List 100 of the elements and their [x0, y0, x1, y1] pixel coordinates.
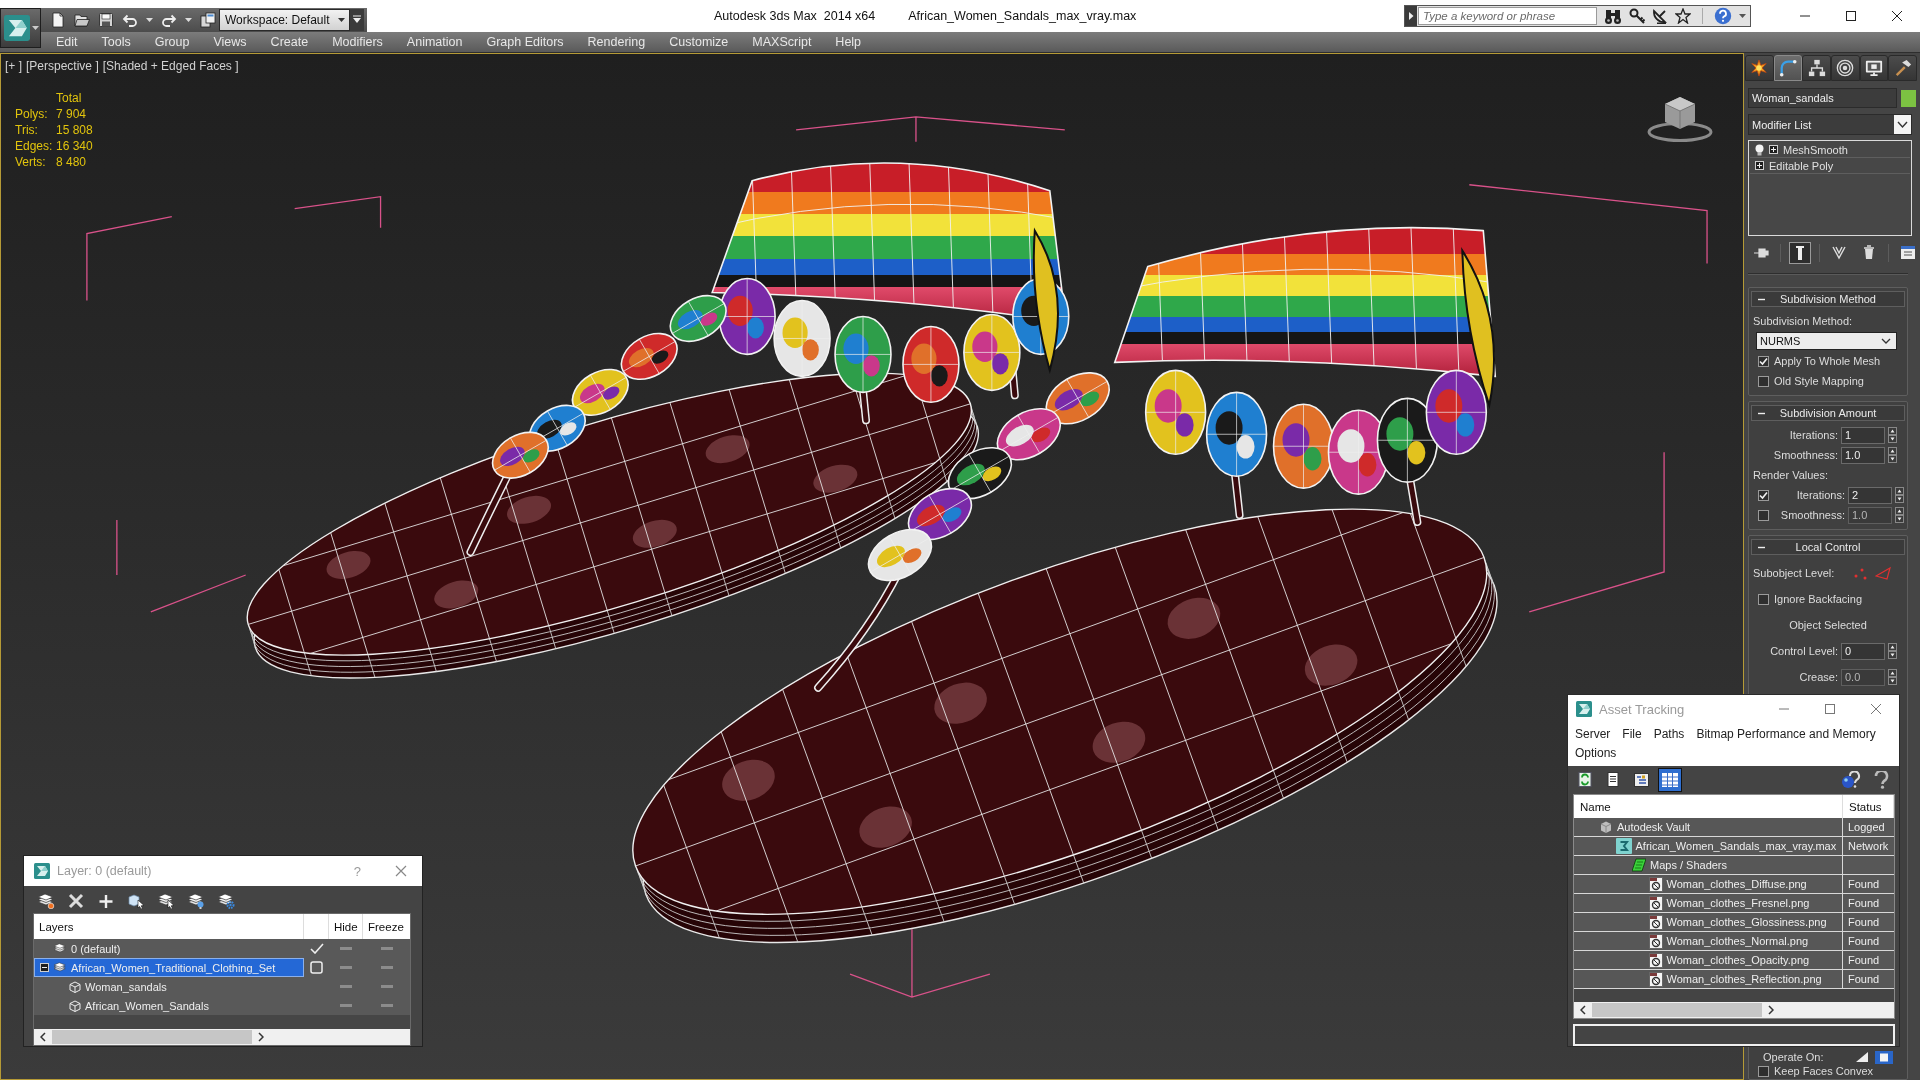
spinner-field[interactable]: 1	[1841, 426, 1885, 444]
checkbox-label[interactable]: Apply To Whole Mesh	[1774, 355, 1881, 367]
asset-row[interactable]: Woman_clothes_Normal.png Found	[1574, 932, 1894, 951]
minus-box-icon[interactable]	[40, 963, 49, 972]
plus-icon[interactable]	[97, 893, 115, 909]
t-bar-icon[interactable]	[1789, 242, 1811, 264]
menu-item[interactable]: Bitmap Performance and Memory	[1696, 725, 1876, 744]
menu-item[interactable]: Help	[835, 35, 862, 49]
square-icon[interactable]	[310, 961, 323, 974]
checkmark-icon[interactable]	[309, 943, 324, 954]
command-panel-tab[interactable]	[1773, 55, 1803, 81]
rollout-header[interactable]: Subdivision Amount	[1751, 405, 1905, 421]
layer-lightbulb-icon[interactable]	[187, 893, 205, 909]
chevron-right-icon[interactable]	[258, 1032, 264, 1042]
checkbox[interactable]	[1758, 489, 1769, 501]
menu-item[interactable]: Create	[270, 35, 309, 49]
object-name-field[interactable]: Woman_sandals	[1748, 88, 1897, 108]
menu-item[interactable]: MAXScript	[752, 35, 812, 49]
checkbox[interactable]	[1758, 1065, 1769, 1077]
path-input-field[interactable]	[1573, 1024, 1895, 1046]
checkbox[interactable]	[1758, 355, 1769, 367]
question-mark-icon[interactable]	[1873, 771, 1891, 789]
chevron-left-icon[interactable]	[40, 1032, 46, 1042]
help-icon[interactable]	[1714, 7, 1732, 25]
horizontal-scrollbar[interactable]	[1574, 1002, 1894, 1018]
checkbox-label[interactable]: Keep Faces Convex	[1774, 1065, 1874, 1077]
project-folder-icon[interactable]	[200, 12, 216, 28]
asset-row[interactable]: Woman_clothes_Opacity.png Found	[1574, 951, 1894, 970]
globe-help-icon[interactable]	[1841, 771, 1861, 789]
open-folder-icon[interactable]	[74, 12, 90, 28]
plus-box-icon[interactable]	[1755, 161, 1764, 170]
checkbox-label[interactable]: Old Style Mapping	[1774, 375, 1864, 387]
viewport-label[interactable]: [+ ]	[5, 59, 22, 73]
menu-item[interactable]: Server	[1575, 725, 1611, 744]
command-panel-tab[interactable]	[1888, 55, 1918, 81]
chevron-left-icon[interactable]	[1580, 1005, 1586, 1015]
command-panel-tab[interactable]	[1802, 55, 1831, 81]
modifier-list-dropdown[interactable]: Modifier List	[1748, 114, 1912, 135]
menu-item[interactable]: Edit	[56, 35, 78, 49]
new-file-icon[interactable]	[50, 12, 66, 28]
triangle-icon[interactable]	[1855, 1051, 1869, 1063]
rollout-header[interactable]: Local Control	[1751, 539, 1905, 555]
dropdown[interactable]: NURMS	[1756, 332, 1897, 350]
caret-icon[interactable]	[1739, 14, 1746, 18]
close-icon[interactable]	[395, 865, 407, 877]
menu-item[interactable]: Paths	[1653, 725, 1685, 744]
color-swatch-icon[interactable]	[1901, 89, 1916, 107]
layer-item[interactable]: African_Women_Traditional_Clothing_Set	[34, 958, 304, 977]
undo-icon[interactable]	[122, 13, 138, 27]
search-field[interactable]: Type a keyword or phrase	[1418, 7, 1597, 25]
asset-row[interactable]: Maps / Shaders	[1574, 856, 1894, 875]
menu-item[interactable]: Tools	[101, 35, 131, 49]
horizontal-scrollbar[interactable]	[34, 1029, 410, 1045]
asset-row[interactable]: Woman_clothes_Fresnel.png Found	[1574, 894, 1894, 913]
spinner-arrows-icon[interactable]	[1888, 669, 1897, 685]
vertex-dots-icon[interactable]	[1853, 566, 1867, 580]
new-layer-icon[interactable]	[37, 893, 55, 909]
scrollbar-thumb[interactable]	[52, 1030, 252, 1044]
delete-icon[interactable]	[67, 893, 85, 909]
plus-box-icon[interactable]	[1769, 145, 1778, 154]
spinner-arrows-icon[interactable]	[1888, 643, 1897, 659]
layer-gear-icon[interactable]	[217, 893, 235, 909]
command-panel-tab[interactable]	[1859, 55, 1889, 81]
menu-item[interactable]: Graph Editors	[486, 35, 564, 49]
spinner-field[interactable]: 2	[1848, 486, 1892, 504]
menu-item[interactable]: Options	[1575, 744, 1617, 763]
chevron-right-icon[interactable]	[1768, 1005, 1774, 1015]
lightbulb-icon[interactable]	[1755, 143, 1764, 156]
star-icon[interactable]	[1675, 8, 1691, 24]
asset-row[interactable]: Woman_clothes_Reflection.png Found	[1574, 970, 1894, 989]
spinner-arrows-icon[interactable]	[1888, 427, 1897, 443]
modifier-stack-item[interactable]: Editable Poly	[1750, 158, 1910, 174]
layer-cursor-icon[interactable]	[157, 893, 175, 909]
menu-item[interactable]: Customize	[669, 35, 729, 49]
command-panel-tab[interactable]	[1745, 55, 1774, 81]
cube-cursor-icon[interactable]	[127, 893, 145, 909]
menu-item[interactable]: Modifiers	[332, 35, 383, 49]
save-icon[interactable]	[98, 12, 114, 28]
asset-row[interactable]: Autodesk Vault Logged	[1574, 818, 1894, 837]
spinner-arrows-icon[interactable]	[1895, 507, 1904, 523]
workspace-dropdown[interactable]: Workspace: Default	[219, 9, 350, 31]
menu-item[interactable]: Animation	[406, 35, 463, 49]
menu-item[interactable]: Group	[154, 35, 190, 49]
command-panel-tab[interactable]	[1831, 55, 1860, 81]
application-menu-button[interactable]	[0, 8, 41, 48]
menu-item[interactable]: Rendering	[587, 35, 646, 49]
asset-row[interactable]: Woman_clothes_Diffuse.png Found	[1574, 875, 1894, 894]
grid-icon[interactable]	[1658, 768, 1682, 792]
checkbox[interactable]	[1758, 375, 1769, 387]
square-icon[interactable]	[1875, 1050, 1893, 1064]
viewport-label[interactable]: [Shaded + Edged Faces ]	[102, 59, 239, 73]
spinner-arrows-icon[interactable]	[1888, 447, 1897, 463]
spinner-field[interactable]: 0	[1841, 642, 1885, 660]
caret-icon[interactable]	[185, 18, 192, 22]
spinner-arrows-icon[interactable]	[1895, 487, 1904, 503]
modifier-stack-item[interactable]: MeshSmooth	[1750, 142, 1910, 158]
caret-icon[interactable]	[146, 18, 153, 22]
asset-row[interactable]: Woman_clothes_Glossiness.png Found	[1574, 913, 1894, 932]
binoculars-icon[interactable]	[1604, 8, 1622, 24]
viewport-label[interactable]: [Perspective ]	[26, 59, 99, 73]
